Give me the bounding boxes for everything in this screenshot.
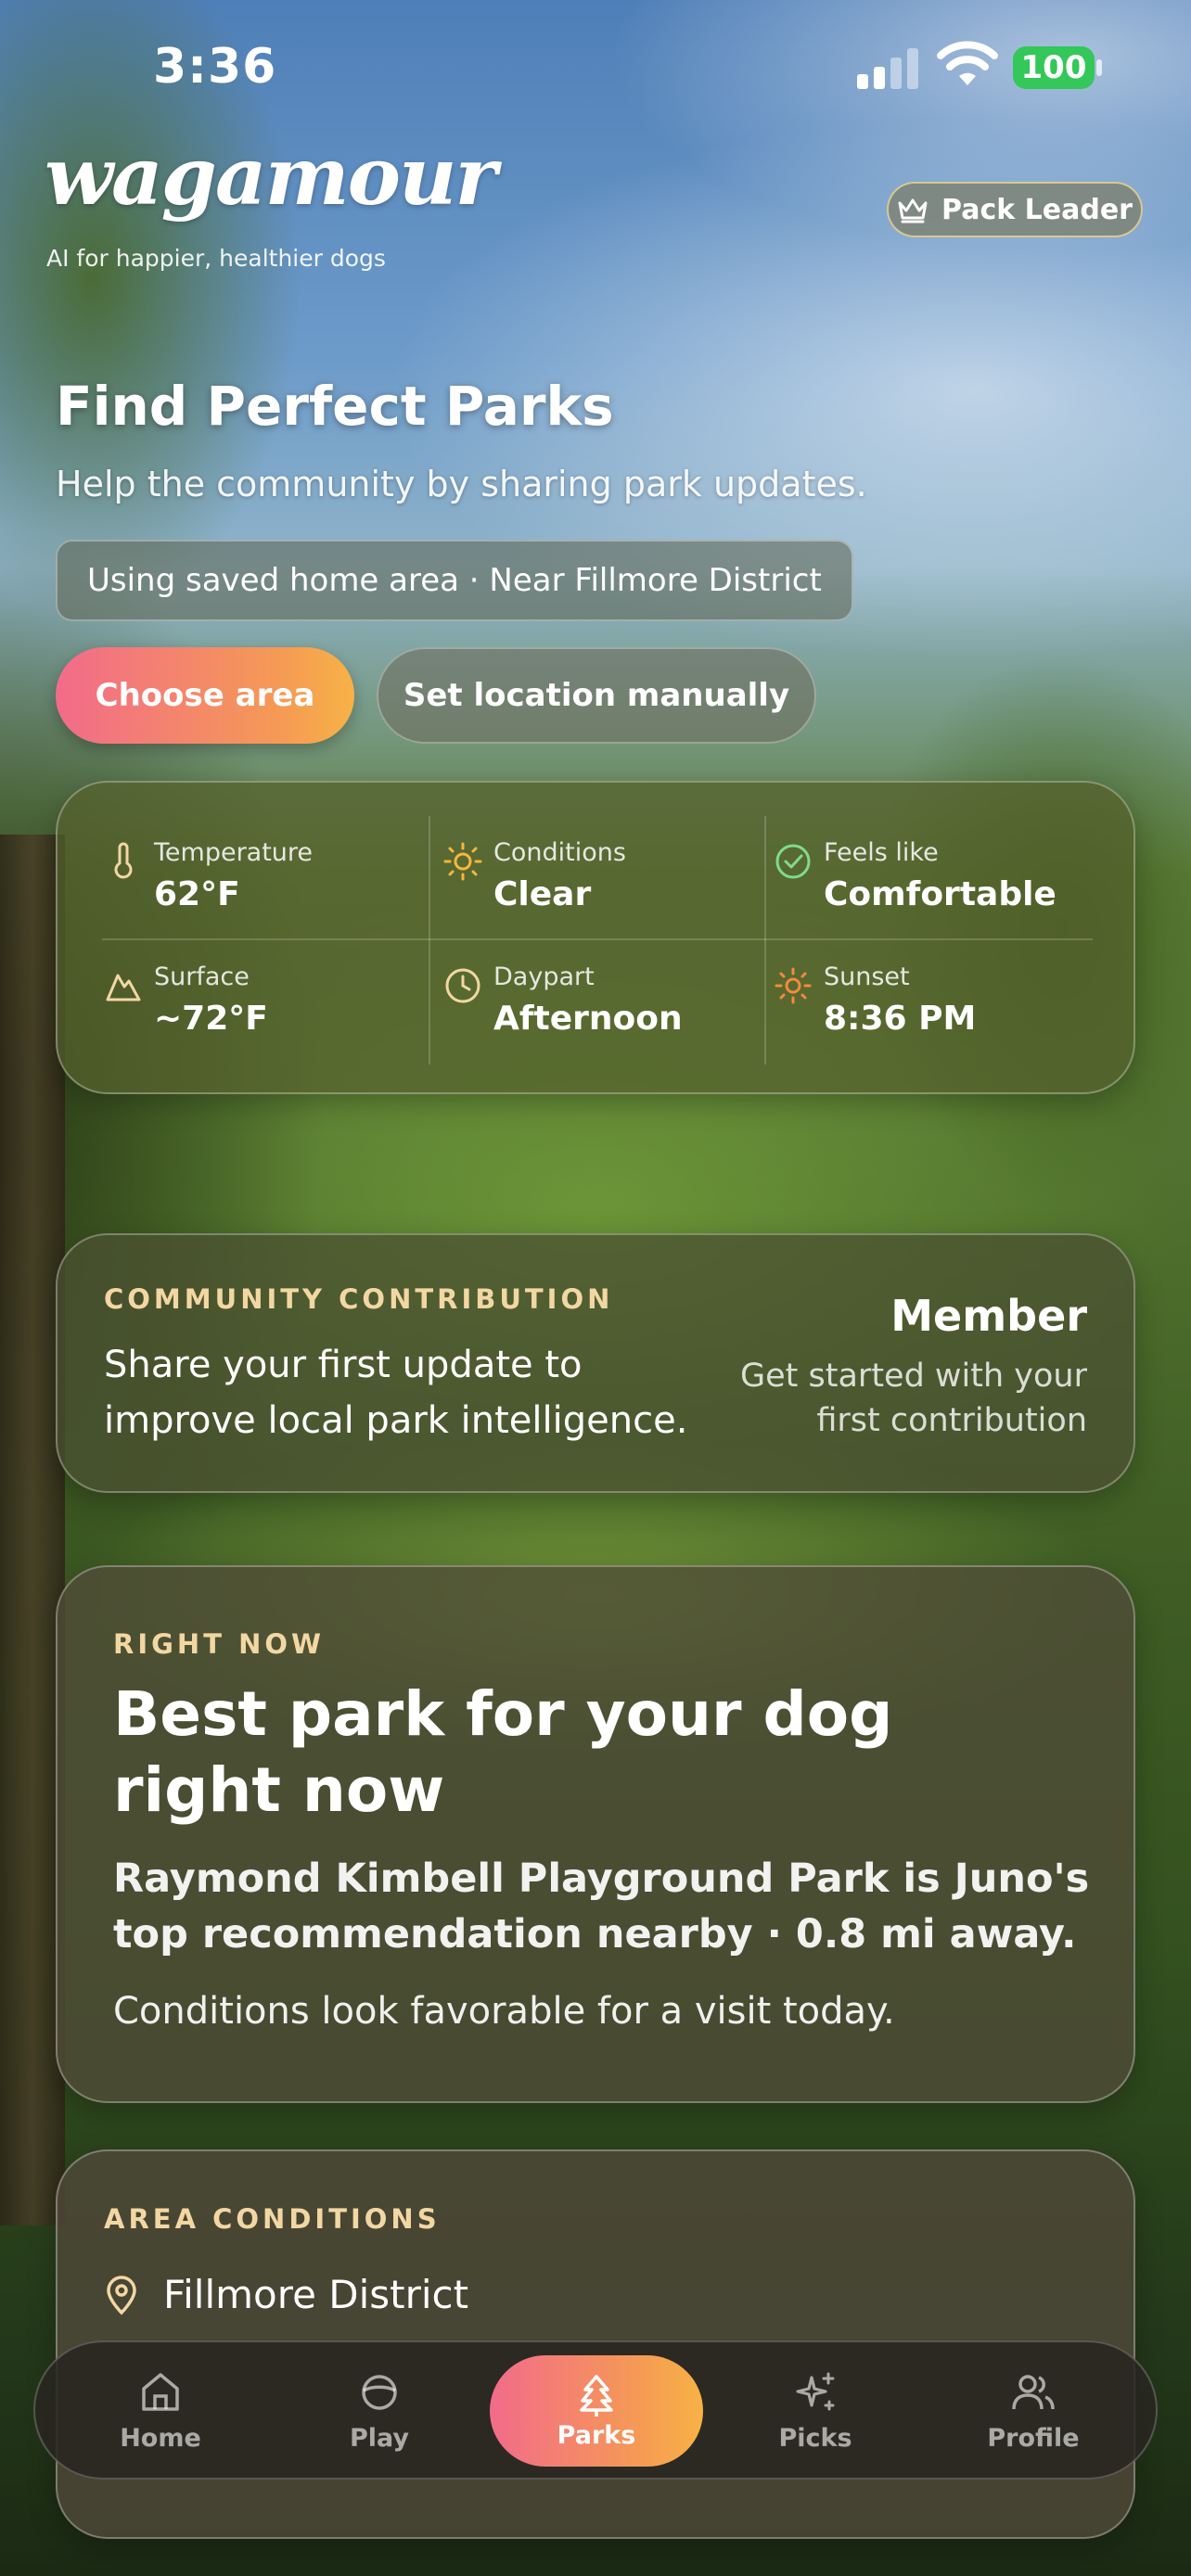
status-bar: 3:36 100 (0, 0, 1191, 139)
weather-temperature: Temperature 62°F (104, 835, 438, 959)
check-circle-icon (775, 844, 811, 879)
pack-leader-badge[interactable]: Pack Leader (887, 182, 1143, 237)
member-level-hint: Get started with your first contribution (740, 1358, 1087, 1439)
brand-tagline: AI for happier, healthier dogs (46, 245, 386, 272)
right-now-note: Conditions look favorable for a visit to… (113, 1990, 895, 2033)
thermometer-icon (114, 842, 133, 879)
weather-value: ~72°F (154, 1000, 268, 1038)
area-place-name: Fillmore District (163, 2272, 469, 2317)
weather-value: Comfortable (824, 875, 1057, 913)
crown-icon (898, 198, 928, 223)
status-time: 3:36 (153, 39, 277, 95)
weather-label: Sunset (824, 963, 910, 991)
mountain-icon (106, 974, 141, 1001)
area-conditions-eyebrow: AREA CONDITIONS (104, 2203, 441, 2235)
weather-daypart: Daypart Afternoon (443, 959, 777, 1083)
area-place: Fillmore District (104, 2272, 468, 2317)
tab-profile-label: Profile (987, 2423, 1080, 2453)
pack-leader-label: Pack Leader (941, 193, 1133, 226)
weather-conditions: Conditions Clear (443, 835, 777, 959)
right-now-eyebrow: RIGHT NOW (113, 1628, 325, 1660)
choose-area-button[interactable]: Choose area (56, 647, 354, 744)
tab-parks[interactable]: Parks (490, 2355, 703, 2467)
clock-icon (445, 968, 480, 1003)
page-title: Find Perfect Parks (56, 375, 614, 438)
tab-picks[interactable]: Picks (723, 2342, 908, 2478)
tab-picks-label: Picks (778, 2423, 852, 2453)
page-subtitle: Help the community by sharing park updat… (56, 464, 867, 504)
weather-label: Temperature (154, 838, 314, 867)
home-icon (142, 2372, 179, 2411)
weather-value: 62°F (154, 875, 240, 913)
community-contribution-card[interactable]: COMMUNITY CONTRIBUTION Share your first … (56, 1233, 1135, 1493)
sparkles-icon (796, 2372, 835, 2410)
weather-surface: Surface ~72°F (104, 959, 438, 1083)
weather-value: 8:36 PM (824, 1000, 977, 1038)
set-location-manually-button[interactable]: Set location manually (377, 647, 816, 744)
weather-label: Surface (154, 963, 250, 991)
brand-logo: wagamour (45, 130, 497, 223)
tab-profile[interactable]: Profile (941, 2342, 1126, 2478)
right-now-title: Best park for your dog right now (113, 1678, 893, 1826)
weather-value: Afternoon (493, 1000, 683, 1038)
sunset-icon (775, 967, 812, 1004)
ball-icon (362, 2374, 397, 2410)
community-message: Share your first update to improve local… (104, 1344, 688, 1442)
weather-value: Clear (493, 875, 592, 913)
weather-label: Conditions (493, 838, 626, 867)
cellular-signal-icon (857, 48, 918, 89)
tab-play-label: Play (349, 2423, 410, 2453)
weather-card: Temperature 62°F Conditions Clear Feels (56, 781, 1135, 1094)
battery-indicator: 100 (1013, 46, 1095, 89)
weather-feels-like: Feels like Comfortable (774, 835, 1108, 959)
weather-sunset: Sunset 8:36 PM (774, 959, 1108, 1083)
community-eyebrow: COMMUNITY CONTRIBUTION (104, 1283, 614, 1315)
member-level: Member (890, 1291, 1087, 1341)
right-now-recommendation: Raymond Kimbell Playground Park is Juno'… (113, 1855, 1090, 1958)
weather-label: Daypart (493, 963, 595, 991)
users-icon (1012, 2374, 1055, 2409)
bottom-tab-bar: Home Play Parks Picks Profile (33, 2340, 1158, 2480)
location-status: Using saved home area · Near Fillmore Di… (56, 540, 853, 621)
tab-home-label: Home (120, 2423, 201, 2453)
tree-icon (580, 2374, 613, 2417)
sun-icon (443, 842, 482, 881)
battery-tip (1096, 59, 1102, 76)
tab-home[interactable]: Home (68, 2342, 253, 2478)
tab-parks-label: Parks (557, 2420, 636, 2450)
map-pin-icon (107, 2275, 136, 2315)
parks-screen: 3:36 100 wagamour AI for happier, health… (0, 0, 1191, 2576)
tab-play[interactable]: Play (287, 2342, 472, 2478)
wifi-icon (937, 41, 998, 85)
weather-label: Feels like (824, 838, 939, 867)
right-now-card[interactable]: RIGHT NOW Best park for your dog right n… (56, 1565, 1135, 2103)
